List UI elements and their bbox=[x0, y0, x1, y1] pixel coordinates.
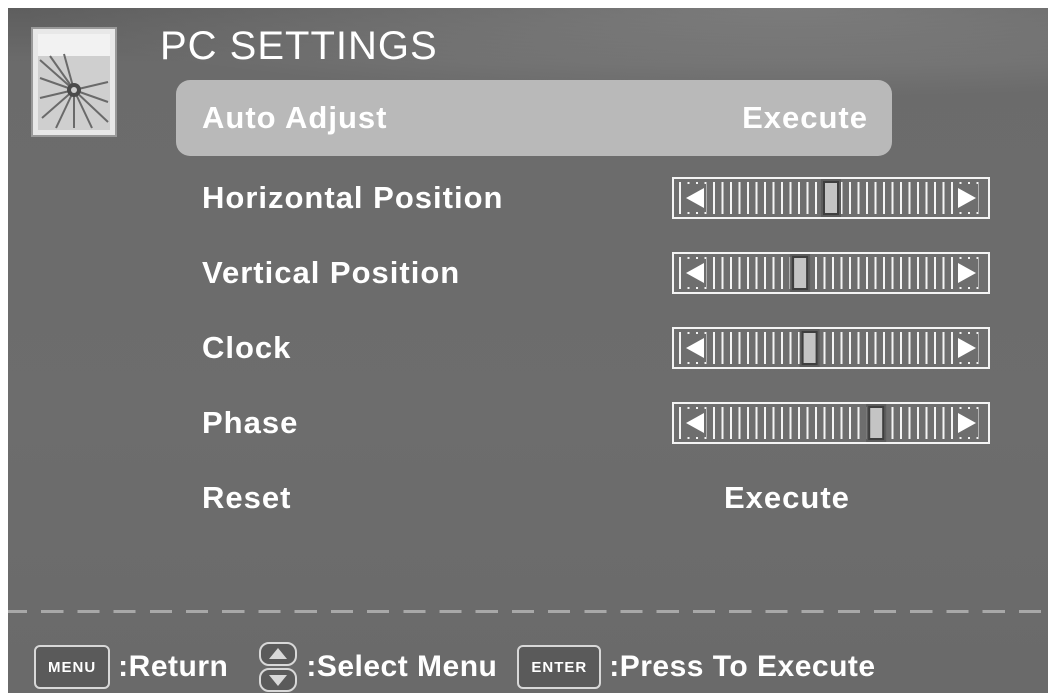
slider-thumb bbox=[823, 181, 839, 215]
menu-item-label: Auto Adjust bbox=[202, 100, 388, 135]
slider-thumb bbox=[792, 256, 809, 290]
slider-track bbox=[672, 402, 990, 444]
footer-divider bbox=[8, 610, 1048, 613]
menu-item-reset[interactable]: Reset Execute bbox=[176, 460, 892, 536]
menu-item-label: Phase bbox=[202, 405, 299, 440]
menu-item-phase[interactable]: Phase bbox=[176, 385, 990, 461]
vertical-position-slider[interactable] bbox=[672, 251, 990, 295]
enter-key-button[interactable]: ENTER bbox=[517, 645, 602, 689]
osd-panel: PC SETTINGS Auto Adjust Execute Horizont… bbox=[8, 8, 1048, 693]
menu-item-horizontal-position[interactable]: Horizontal Position bbox=[176, 160, 990, 236]
menu-key-button[interactable]: MENU bbox=[34, 645, 111, 689]
slider-track bbox=[672, 327, 990, 369]
execute-value: Execute bbox=[742, 100, 868, 135]
clock-slider[interactable] bbox=[672, 326, 990, 370]
menu-item-label: Horizontal Position bbox=[202, 180, 504, 215]
up-down-arrows-icon[interactable] bbox=[258, 641, 298, 693]
menu-item-label: Vertical Position bbox=[202, 255, 461, 290]
menu-item-label: Clock bbox=[202, 330, 292, 365]
slider-track bbox=[672, 252, 990, 294]
menu-item-clock[interactable]: Clock bbox=[176, 310, 990, 386]
page-title: PC SETTINGS bbox=[160, 24, 438, 68]
press-to-execute-hint: :Press To Execute bbox=[609, 650, 876, 683]
slider-thumb bbox=[801, 331, 818, 365]
phase-slider[interactable] bbox=[672, 401, 990, 445]
menu-item-auto-adjust[interactable]: Auto Adjust Execute bbox=[176, 80, 892, 156]
menu-item-label: Reset bbox=[202, 480, 292, 515]
horizontal-position-slider[interactable] bbox=[672, 176, 990, 220]
footer-hints: MENU :Return :Select Menu ENTER :Press T… bbox=[34, 642, 896, 692]
execute-value: Execute bbox=[724, 480, 850, 515]
select-menu-hint: :Select Menu bbox=[306, 650, 498, 683]
slider-thumb bbox=[868, 406, 885, 440]
pc-settings-picture-icon bbox=[31, 27, 117, 137]
menu-item-vertical-position[interactable]: Vertical Position bbox=[176, 235, 990, 311]
return-hint: :Return bbox=[118, 650, 229, 683]
